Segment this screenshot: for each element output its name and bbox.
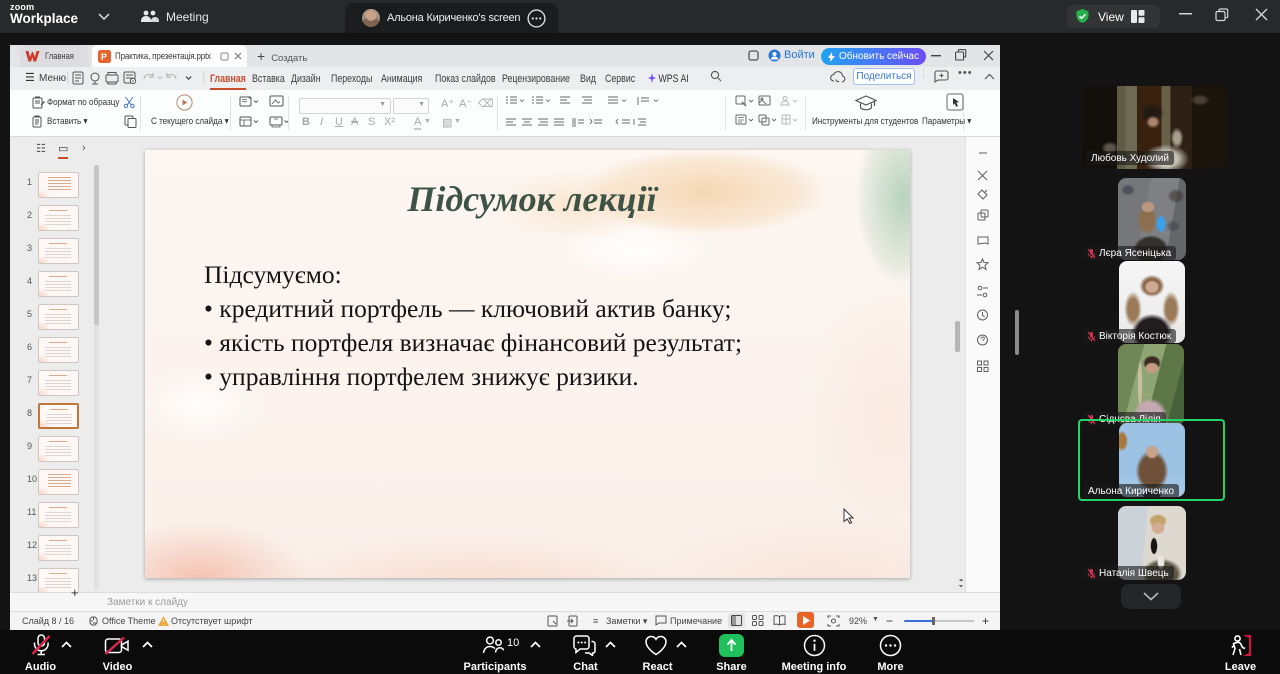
svg-text:P: P — [101, 52, 107, 62]
